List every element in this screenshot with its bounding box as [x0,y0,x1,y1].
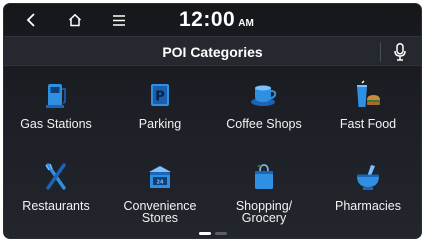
category-coffee-shops[interactable]: Coffee Shops [212,74,316,150]
clock-time: 12:00 [179,8,236,31]
status-bar: 12:00 AM [4,4,421,36]
page-indicator [4,232,421,238]
svg-text:P: P [155,90,165,105]
category-parking[interactable]: P Parking [108,74,212,150]
category-label: Fast Food [339,117,397,131]
menu-icon [113,14,125,26]
microphone-icon [394,43,406,61]
infotainment-screen: 12:00 AM POI Categories Gas Stations P P… [3,3,422,239]
coffee-cup-icon [251,85,277,106]
title-bar: POI Categories [4,36,421,66]
category-label: Coffee Shops [226,117,302,131]
category-label: Pharmacies [335,199,401,213]
clock: 12:00 AM [179,8,254,34]
category-restaurants[interactable]: Restaurants [4,156,108,232]
convenience-store-icon: 24 [149,166,171,188]
fast-food-icon [357,80,380,107]
category-label: Restaurants [22,199,90,213]
page-dot-1[interactable] [198,232,211,235]
page-title: POI Categories [162,44,263,60]
category-label: Shopping/ Grocery [235,199,293,225]
gas-pump-icon [46,84,66,108]
svg-text:24: 24 [157,180,164,186]
category-shopping-grocery[interactable]: Shopping/ Grocery [212,156,316,232]
category-label: Convenience Stores [123,199,197,225]
shopping-bag-icon [255,164,273,189]
category-gas-stations[interactable]: Gas Stations [4,74,108,150]
category-grid: Gas Stations P Parking Coffee Shops Fast… [4,74,421,234]
category-pharmacies[interactable]: Pharmacies [316,156,420,232]
fork-knife-icon [45,163,66,190]
category-label: Gas Stations [20,117,92,131]
clock-ampm: AM [238,18,254,29]
parking-icon: P [151,84,169,106]
menu-button[interactable] [106,8,132,32]
back-button[interactable] [18,8,44,32]
divider [380,42,381,62]
category-label: Parking [138,117,182,131]
voice-search-button[interactable] [387,40,413,64]
category-convenience-stores[interactable]: 24 Convenience Stores [108,156,212,232]
home-button[interactable] [62,8,88,32]
mortar-pestle-icon [357,165,379,190]
home-icon [68,13,82,27]
page-dot-2[interactable] [214,232,227,235]
category-fast-food[interactable]: Fast Food [316,74,420,150]
back-arrow-icon [26,13,35,27]
